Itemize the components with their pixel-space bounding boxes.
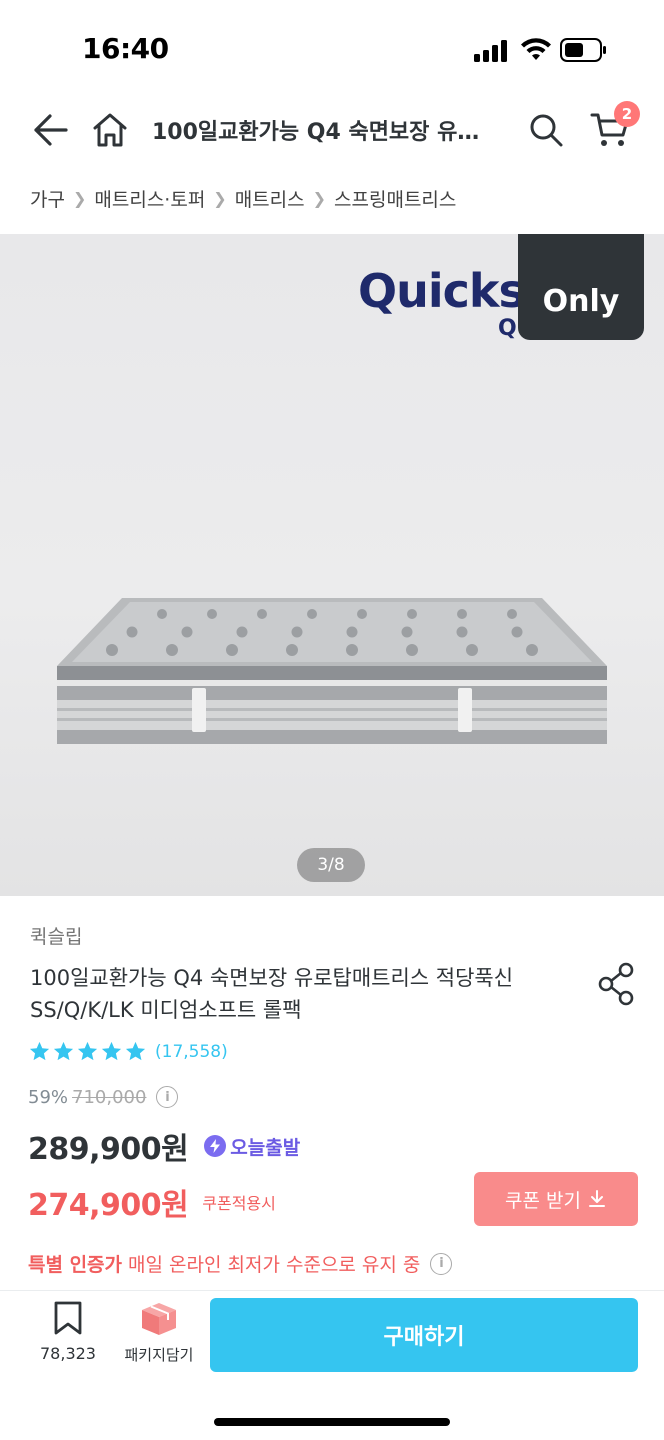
status-time: 16:40 (82, 32, 169, 65)
package-box-icon (142, 1303, 176, 1335)
product-image-gallery[interactable]: Quicksl QUICK 4 Only 3/8 (0, 234, 664, 896)
rating[interactable]: (17,558) (28, 1040, 228, 1063)
bookmark-button[interactable]: 78,323 (30, 1300, 106, 1372)
share-icon (598, 962, 634, 1006)
breadcrumb: 가구 ❯ 매트리스·토퍼 ❯ 매트리스 ❯ 스프링매트리스 (30, 184, 456, 212)
special-price-notice: 특별 인증가 매일 온라인 최저가 수준으로 유지 중 i (28, 1250, 453, 1277)
bottom-bar-divider (0, 1290, 664, 1291)
brand-name[interactable]: 퀵슬립 (30, 922, 82, 949)
star-icon (53, 1041, 74, 1061)
breadcrumb-item[interactable]: 매트리스 (235, 185, 305, 212)
cart-count-badge: 2 (614, 101, 640, 127)
breadcrumb-item[interactable]: 매트리스·토퍼 (94, 185, 205, 212)
special-price-desc: 매일 온라인 최저가 수준으로 유지 중 (128, 1254, 421, 1276)
brand-logo-text: Quicksl (358, 264, 541, 318)
breadcrumb-item[interactable]: 스프링매트리스 (334, 185, 456, 212)
original-price: 710,000 (72, 1086, 147, 1108)
discount-percent: 59% (28, 1086, 69, 1108)
home-indicator (214, 1418, 450, 1426)
header-title: 100일교환가능 Q4 숙면보장 유… (152, 120, 480, 145)
special-price-label: 특별 인증가 (28, 1254, 123, 1276)
chevron-right-icon: ❯ (72, 188, 87, 208)
search-icon (530, 114, 563, 147)
status-bar: 16:40 (0, 0, 664, 100)
search-button[interactable] (522, 106, 570, 154)
wifi-icon (521, 38, 551, 60)
today-delivery-label: 오늘출발 (230, 1136, 301, 1159)
arrow-left-icon (34, 114, 68, 146)
top-navigation: 100일교환가능 Q4 숙면보장 유… (0, 98, 664, 162)
info-icon[interactable]: i (430, 1252, 453, 1275)
bookmark-icon (54, 1301, 82, 1335)
today-delivery-badge: 오늘출발 (204, 1133, 300, 1160)
cellular-signal-icon (474, 40, 507, 62)
package-add-label: 패키지담기 (124, 1346, 194, 1364)
coupon-button-label: 쿠폰 받기 (505, 1189, 581, 1212)
star-icon (77, 1041, 98, 1061)
share-button[interactable] (594, 960, 638, 1008)
review-count[interactable]: (17,558) (155, 1042, 228, 1062)
home-button[interactable] (86, 106, 134, 154)
bookmark-count: 78,323 (40, 1344, 96, 1363)
coupon-price-row: 274,900원 쿠폰적용시 (28, 1180, 276, 1224)
home-icon (93, 113, 127, 147)
coupon-download-button[interactable]: 쿠폰 받기 (474, 1172, 638, 1226)
battery-icon (560, 38, 606, 62)
chevron-right-icon: ❯ (312, 188, 327, 208)
sale-price: 289,900원 (28, 1132, 189, 1167)
download-icon (588, 1190, 605, 1207)
coupon-note: 쿠폰적용시 (202, 1194, 276, 1213)
star-icon (101, 1041, 122, 1061)
product-title: 100일교환가능 Q4 숙면보장 유로탑매트리스 적당푹신 SS/Q/K/LK … (30, 966, 514, 1022)
only-badge: Only (518, 234, 644, 340)
lightning-icon (204, 1135, 227, 1157)
breadcrumb-item[interactable]: 가구 (30, 185, 65, 212)
chevron-right-icon: ❯ (213, 188, 227, 208)
mattress-image (57, 598, 607, 744)
discount-row: 59% 710,000 i (28, 1086, 179, 1108)
image-page-indicator: 3/8 (297, 848, 365, 882)
buy-button[interactable]: 구매하기 (210, 1298, 638, 1372)
star-icon (29, 1041, 50, 1061)
star-rating (28, 1040, 147, 1063)
star-icon (125, 1041, 146, 1061)
info-icon[interactable]: i (156, 1086, 179, 1108)
price-row: 289,900원 오늘출발 (28, 1124, 300, 1168)
back-button[interactable] (26, 106, 74, 154)
package-add-button[interactable]: 패키지담기 (114, 1300, 204, 1372)
coupon-price: 274,900원 (28, 1188, 189, 1223)
